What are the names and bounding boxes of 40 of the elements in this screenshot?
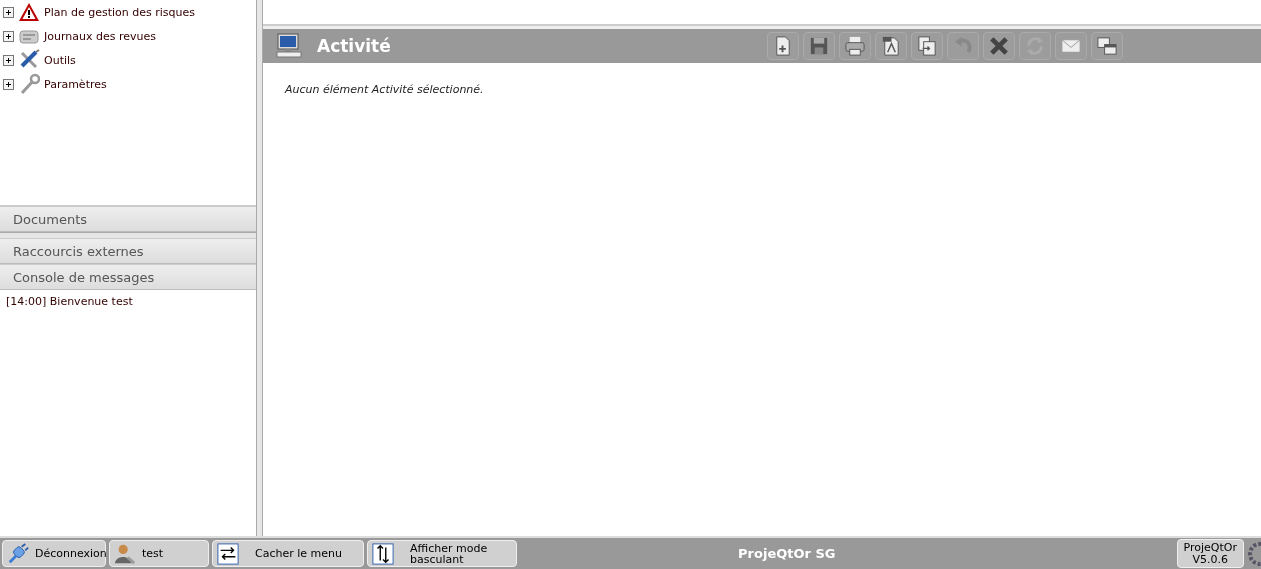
delete-icon [988,35,1010,57]
gear-icon [1247,540,1261,567]
switch-button[interactable]: Afficher mode basculant [367,540,517,567]
menu-item[interactable]: Paramètres [44,77,107,91]
pdf-document-icon [880,35,902,57]
detail-title: Activité [317,36,392,56]
swap-arrows-icon [217,542,239,565]
app-title: ProjeQtOr SG [737,546,837,561]
copy-icon [916,35,938,57]
user-icon [114,542,136,565]
hide-button[interactable]: Cacher le menu [212,540,364,567]
version-badge[interactable]: ProjeQtOr V5.0.6 [1176,539,1244,568]
accordion-header[interactable]: Raccourcis externes [0,238,256,264]
delete-button[interactable] [983,32,1015,60]
new-button[interactable] [767,32,799,60]
windows-icon [1096,35,1118,57]
user-button[interactable]: test [109,540,209,567]
plug-icon [7,542,29,565]
print-button[interactable] [839,32,871,60]
printer-icon [844,35,866,57]
accordion-header[interactable]: Documents [0,206,256,232]
empty-message: Aucun élément Activité sélectionné. [283,82,485,98]
wrench-icon [18,73,40,95]
expand-toggle[interactable] [3,78,14,90]
multi-button[interactable] [1091,32,1123,60]
expand-toggle[interactable] [3,6,14,18]
computer-icon [275,32,303,60]
logout-button[interactable]: Déconnexion [2,540,106,567]
menu-item[interactable]: Plan de gestion des risques [44,5,195,19]
expand-toggle[interactable] [3,54,14,66]
tools-icon [18,49,40,71]
menu-item[interactable]: Outils [44,53,76,67]
accordion-header[interactable]: Console de messages [0,264,256,290]
pdf-button[interactable] [875,32,907,60]
console-message: [14:00] Bienvenue test [6,295,134,308]
vertical-arrows-icon [372,542,394,565]
expand-toggle[interactable] [3,30,14,42]
save-button[interactable] [803,32,835,60]
menu-item[interactable]: Journaux des revues [44,29,156,43]
copy-button[interactable] [911,32,943,60]
